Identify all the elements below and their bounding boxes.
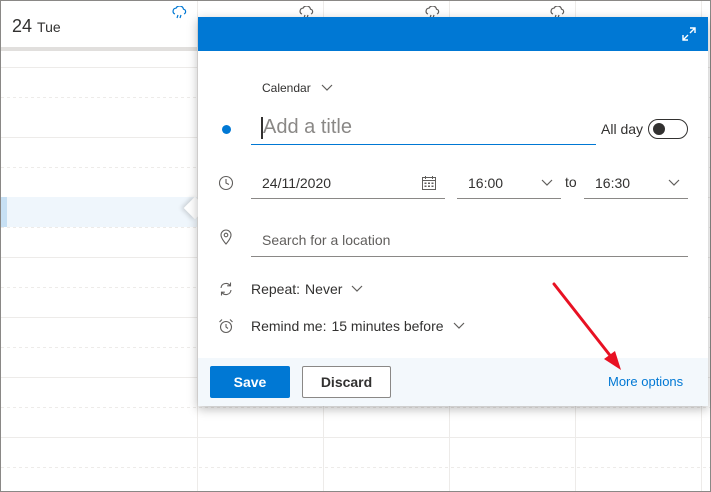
half-hour-line [1, 467, 710, 468]
calendar-color-dot [222, 125, 231, 134]
calendar-dropdown[interactable]: Calendar [262, 81, 333, 95]
chevron-down-icon [541, 179, 553, 186]
day-label[interactable]: 24 Tue [12, 16, 61, 37]
all-day-label: All day [601, 121, 644, 137]
text-cursor [261, 117, 263, 139]
remind-value: 15 minutes before [331, 318, 444, 334]
chevron-down-icon [668, 179, 680, 186]
chevron-down-icon [321, 84, 333, 91]
all-day-toggle[interactable] [648, 119, 688, 139]
discard-button[interactable]: Discard [302, 366, 391, 398]
location-pin-icon [220, 229, 232, 245]
to-label: to [565, 174, 577, 190]
repeat-value: Never [305, 281, 343, 297]
day-name: Tue [37, 19, 61, 35]
repeat-label: Repeat: [251, 281, 301, 297]
date-field[interactable]: 24/11/2020 [251, 167, 445, 199]
repeat-icon [220, 282, 232, 296]
end-time-dropdown[interactable]: 16:30 [584, 167, 688, 199]
hour-line [1, 437, 710, 438]
clock-icon [218, 175, 234, 191]
end-time-value: 16:30 [595, 174, 631, 191]
save-button[interactable]: Save [210, 366, 290, 398]
selected-time-slot[interactable] [1, 197, 197, 227]
half-hour-line [1, 407, 710, 408]
alarm-clock-icon [219, 319, 233, 334]
more-options-link[interactable]: More options [608, 374, 683, 389]
start-time-value: 16:00 [468, 174, 504, 191]
start-time-dropdown[interactable]: 16:00 [457, 167, 561, 199]
popup-footer: Save Discard More options [198, 358, 708, 406]
location-input[interactable] [251, 223, 688, 257]
cloud-rain-icon[interactable] [171, 6, 189, 20]
expand-icon[interactable] [681, 26, 697, 42]
chevron-down-icon [453, 322, 464, 329]
date-value: 24/11/2020 [262, 174, 332, 191]
reminder-dropdown[interactable]: Remind me: 15 minutes before [251, 318, 465, 334]
chevron-down-icon [351, 285, 363, 292]
repeat-dropdown[interactable]: Repeat: Never [251, 281, 363, 297]
popup-header [198, 17, 708, 51]
remind-label: Remind me: [251, 318, 327, 334]
new-event-popup: Calendar All day 24/11/2020 16:00 to 16:… [198, 17, 708, 406]
calendar-dropdown-label: Calendar [262, 81, 311, 95]
day-number: 24 [12, 16, 33, 36]
title-input[interactable] [251, 111, 596, 145]
calendar-icon[interactable] [421, 175, 437, 191]
